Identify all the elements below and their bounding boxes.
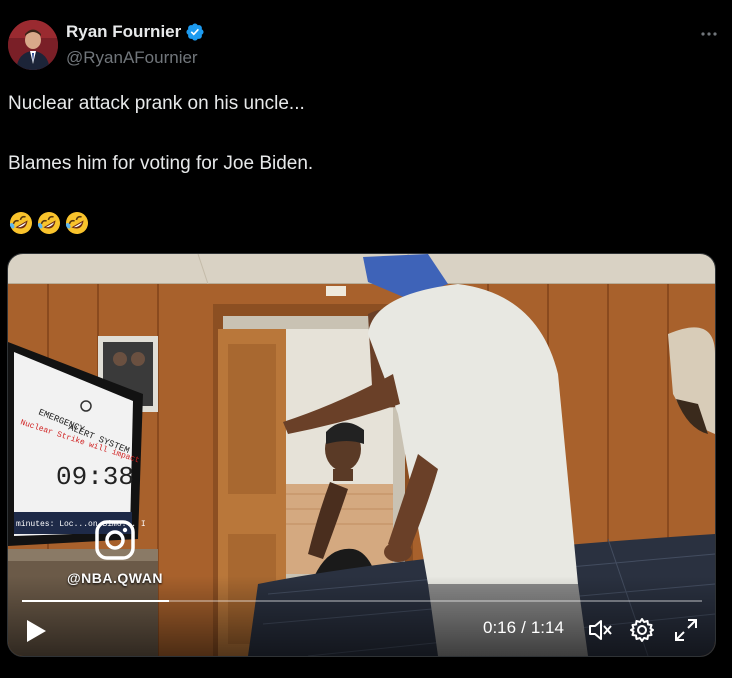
tweet-text-line2: Blames him for voting for Joe Biden.	[8, 153, 314, 174]
video-time: 0:16 / 1:14	[483, 618, 564, 638]
video-controls: 0:16 / 1:14	[8, 576, 715, 656]
video-progress-fill	[22, 600, 169, 602]
tweet-text-line1: Nuclear attack prank on his uncle...	[8, 93, 305, 114]
instagram-icon	[95, 520, 135, 560]
time-separator: /	[521, 618, 526, 637]
fullscreen-icon[interactable]	[672, 616, 700, 644]
play-icon[interactable]	[24, 618, 48, 644]
tweet-header: Ryan Fournier @RyanAFournier	[8, 18, 724, 74]
settings-gear-icon[interactable]	[628, 616, 656, 644]
video-progress-bar[interactable]	[22, 600, 702, 602]
more-options-icon[interactable]	[694, 20, 724, 44]
author-handle[interactable]: @RyanAFournier	[66, 48, 198, 68]
video-player[interactable]: EMERGENCY ALERT SYSTEM Nuclear Strike wi…	[7, 253, 716, 657]
emoji-row	[8, 210, 708, 236]
current-time: 0:16	[483, 618, 517, 637]
verified-badge-icon	[186, 23, 204, 41]
rolling-on-floor-laughing-icon	[65, 212, 88, 234]
duration: 1:14	[530, 618, 564, 637]
author-display-name[interactable]: Ryan Fournier	[66, 22, 181, 42]
avatar[interactable]	[8, 20, 58, 70]
tv-countdown: 09:38	[56, 462, 134, 492]
mute-icon[interactable]	[586, 616, 614, 644]
tweet-body: Nuclear attack prank on his uncle... Bla…	[8, 92, 708, 236]
rolling-on-floor-laughing-icon	[9, 212, 32, 234]
rolling-on-floor-laughing-icon	[37, 212, 60, 234]
